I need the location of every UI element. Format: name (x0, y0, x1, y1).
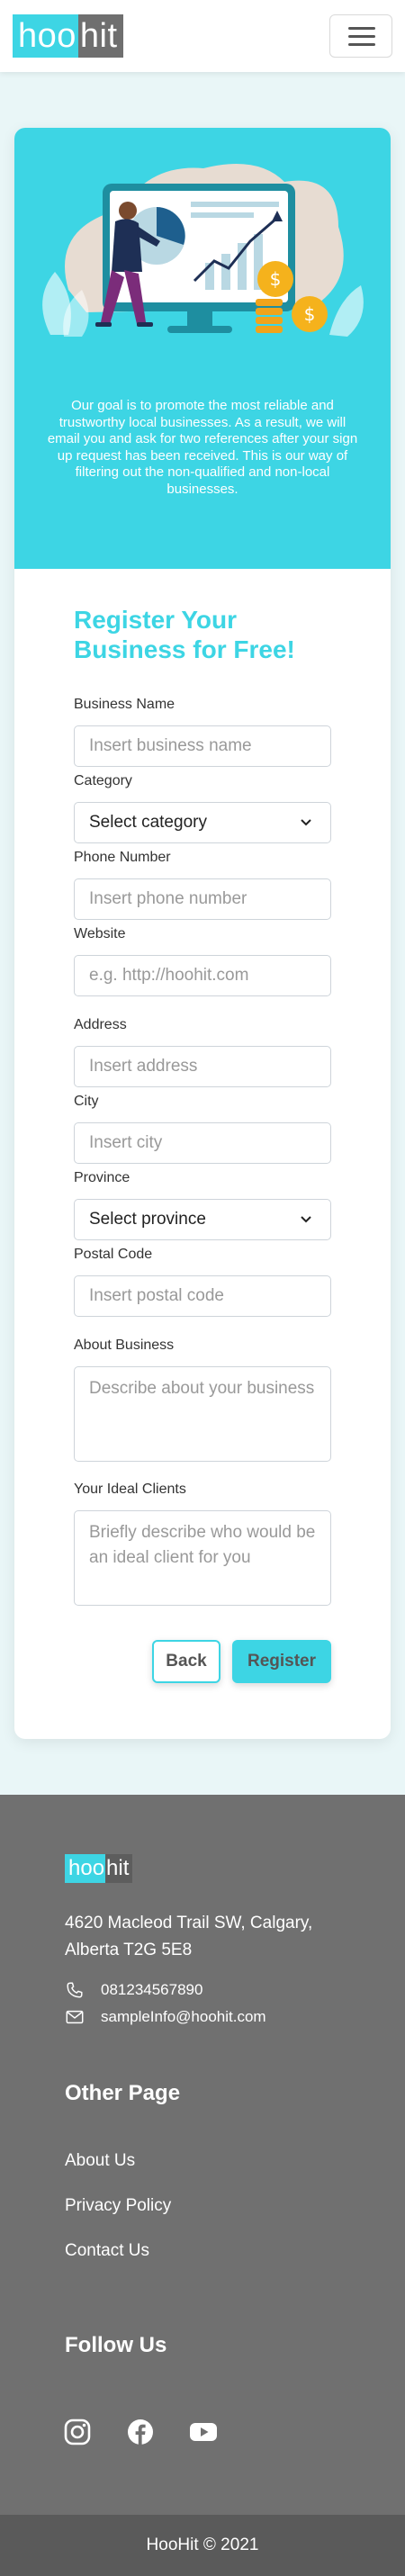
register-button[interactable]: Register (232, 1640, 331, 1683)
website-label: Website (74, 926, 126, 941)
youtube-icon[interactable] (189, 2418, 218, 2446)
logo-part-hit: hit (77, 14, 123, 58)
hamburger-menu-button[interactable] (329, 14, 392, 58)
logo-part-hoo: hoo (13, 14, 78, 58)
other-page-heading: Other Page (65, 2081, 181, 2105)
footer-link-contact-us[interactable]: Contact Us (65, 2241, 149, 2261)
footer-link-about-us[interactable]: About Us (65, 2151, 135, 2171)
footer-address: 4620 Macleod Trail SW, Calgary, Alberta … (65, 1914, 313, 1959)
chevron-down-icon (301, 819, 311, 826)
business-name-input[interactable]: Insert business name (74, 725, 331, 767)
copyright-bar: HooHit © 2021 (0, 2515, 405, 2576)
registration-card: $ $ Our goal is to promote the most reli… (14, 128, 391, 1739)
phone-number-input[interactable]: Insert phone number (74, 878, 331, 920)
about-business-label: About Business (74, 1338, 175, 1353)
address-input[interactable]: Insert address (74, 1046, 331, 1087)
city-input[interactable]: Insert city (74, 1122, 331, 1164)
navbar: hoo hit (0, 0, 405, 72)
address-label: Address (74, 1017, 127, 1032)
ideal-clients-label: Your Ideal Clients (74, 1482, 186, 1497)
province-label: Province (74, 1170, 130, 1185)
website-input[interactable]: e.g. http://hoohit.com (74, 955, 331, 996)
footer: hoo hit 4620 Macleod Trail SW, Calgary, … (0, 1795, 405, 2515)
phone-number-label: Phone Number (74, 850, 171, 865)
form-title: Register Your Business for Free! (74, 606, 295, 663)
footer-logo[interactable]: hoo hit (65, 1854, 133, 1883)
footer-logo-part-hoo: hoo (65, 1854, 106, 1883)
envelope-icon (66, 2010, 84, 2024)
hoohit-logo[interactable]: hoo hit (13, 14, 123, 58)
category-select-value: Select category (89, 813, 207, 832)
footer-logo-part-hit: hit (105, 1854, 133, 1883)
footer-phone[interactable]: 081234567890 (65, 1980, 202, 2000)
footer-email-address: sampleInfo@hoohit.com (101, 2008, 266, 2025)
business-name-label: Business Name (74, 697, 176, 712)
facebook-icon[interactable] (126, 2418, 155, 2446)
about-business-textarea[interactable]: Describe about your business (74, 1366, 331, 1462)
postal-code-input[interactable]: Insert postal code (74, 1275, 331, 1317)
hero-description: Our goal is to promote the most reliable… (47, 398, 358, 497)
category-label: Category (74, 773, 132, 788)
svg-text:$: $ (304, 303, 316, 325)
footer-email[interactable]: sampleInfo@hoohit.com (65, 2007, 266, 2027)
phone-icon (67, 1982, 83, 1998)
province-select[interactable]: Select province (74, 1199, 331, 1240)
hero-banner: $ $ Our goal is to promote the most reli… (14, 128, 391, 569)
chevron-down-icon (301, 1216, 311, 1223)
city-label: City (74, 1094, 99, 1109)
province-select-value: Select province (89, 1210, 206, 1229)
hamburger-menu-icon (348, 27, 375, 30)
category-select[interactable]: Select category (74, 802, 331, 843)
footer-link-privacy-policy[interactable]: Privacy Policy (65, 2196, 171, 2216)
instagram-icon[interactable] (63, 2418, 92, 2446)
svg-text:$: $ (270, 268, 282, 290)
postal-code-label: Postal Code (74, 1247, 153, 1262)
business-growth-illustration: $ $ (42, 164, 364, 337)
back-button[interactable]: Back (152, 1640, 220, 1683)
follow-us-heading: Follow Us (65, 2333, 167, 2357)
footer-phone-number: 081234567890 (101, 1981, 203, 1998)
ideal-clients-textarea[interactable]: Briefly describe who would be an ideal c… (74, 1510, 331, 1606)
